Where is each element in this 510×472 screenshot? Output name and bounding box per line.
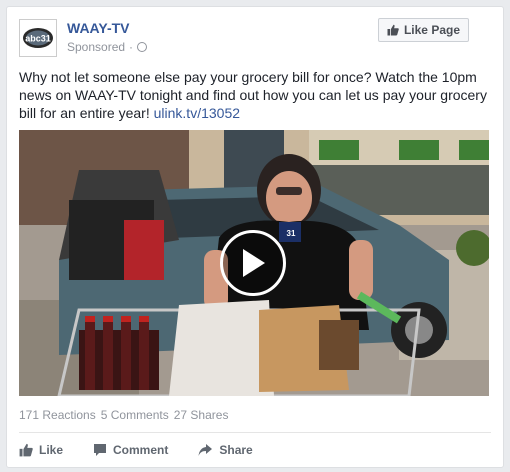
post-body: Why not let someone else pay your grocer… bbox=[19, 69, 487, 121]
thumbs-up-icon bbox=[387, 24, 399, 36]
globe-icon bbox=[137, 42, 148, 52]
waay-tv-logo: abc31 bbox=[23, 28, 53, 48]
video-thumbnail[interactable]: 31 bbox=[19, 130, 489, 396]
mic-flag-text: 31 bbox=[287, 229, 296, 238]
like-button[interactable]: Like bbox=[19, 439, 63, 461]
share-label: Share bbox=[219, 443, 253, 457]
like-label: Like bbox=[39, 443, 64, 457]
page-avatar[interactable]: abc31 bbox=[19, 19, 57, 57]
share-button[interactable]: Share bbox=[198, 439, 253, 461]
comment-icon bbox=[94, 444, 107, 456]
share-icon bbox=[198, 444, 213, 456]
avatar-logo-text: abc31 bbox=[25, 34, 51, 44]
comment-button[interactable]: Comment bbox=[93, 439, 168, 461]
play-icon bbox=[243, 249, 265, 277]
comments-count[interactable]: 5 Comments bbox=[101, 408, 169, 422]
separator: · bbox=[129, 40, 134, 54]
shares-count[interactable]: 27 Shares bbox=[174, 408, 229, 422]
sponsored-post-card: abc31 WAAY-TV Sponsored · Like Page Why … bbox=[6, 6, 504, 468]
post-text: Why not let someone else pay your grocer… bbox=[19, 68, 493, 122]
comment-label: Comment bbox=[113, 443, 169, 457]
like-page-label: Like Page bbox=[403, 23, 460, 37]
engagement-stats: 171 Reactions 5 Comments 27 Shares bbox=[19, 408, 228, 422]
reactions-count[interactable]: 171 Reactions bbox=[19, 408, 96, 422]
page-name[interactable]: WAAY-TV bbox=[67, 20, 130, 36]
sponsored-label[interactable]: Sponsored bbox=[67, 40, 125, 54]
action-bar: Like Comment Share bbox=[19, 439, 283, 461]
thumbs-up-icon bbox=[19, 443, 33, 457]
post-link[interactable]: ulink.tv/13052 bbox=[154, 105, 240, 121]
actions-divider bbox=[19, 432, 491, 433]
sponsored-row: Sponsored · bbox=[67, 40, 148, 54]
play-button[interactable] bbox=[220, 230, 286, 296]
like-page-button[interactable]: Like Page bbox=[377, 18, 469, 42]
